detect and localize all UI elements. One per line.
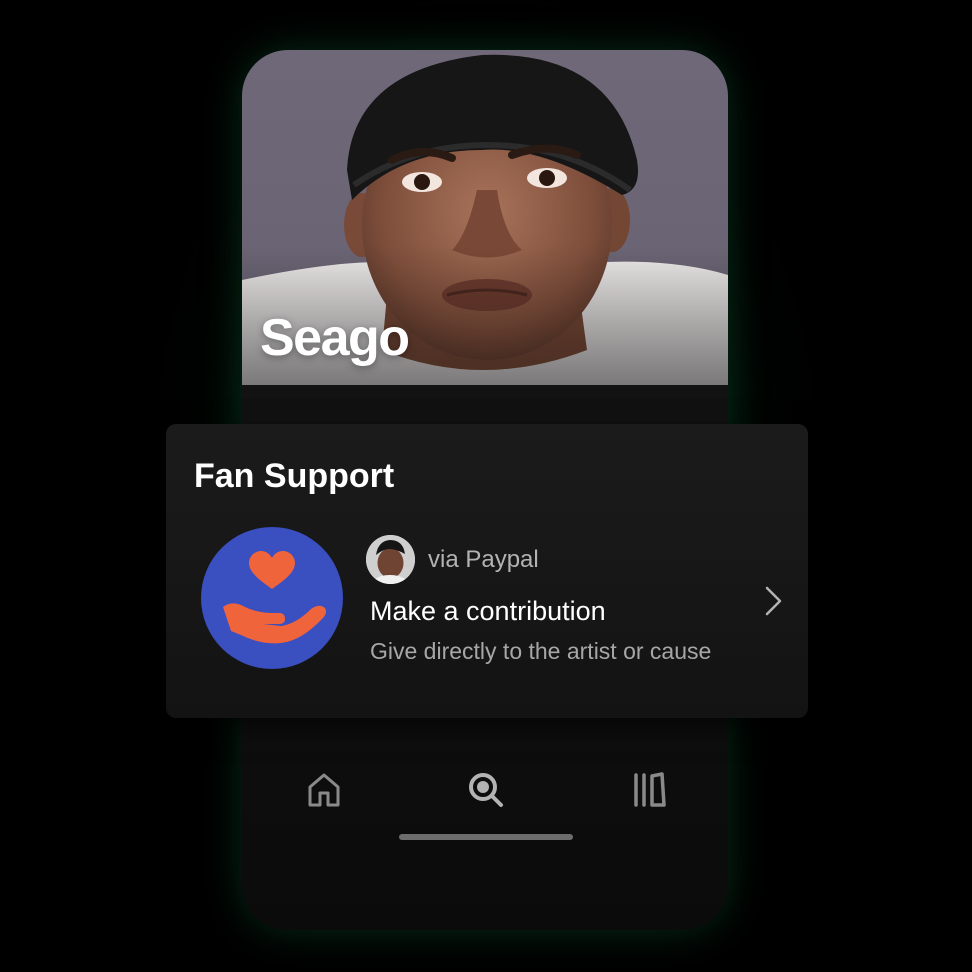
nav-home[interactable] (299, 765, 349, 815)
avatar (366, 535, 415, 584)
payment-provider-label: via Paypal (428, 546, 539, 573)
fan-support-card: Fan Support via Paypal Make a contributi… (166, 424, 808, 718)
artist-header-image: Seago (242, 50, 728, 385)
make-contribution-row[interactable]: via Paypal Make a contribution Give dire… (366, 532, 796, 682)
chevron-right-icon[interactable] (761, 584, 785, 618)
bottom-nav (242, 765, 728, 815)
library-icon (634, 772, 666, 807)
artist-name: Seago (260, 309, 410, 367)
search-icon (469, 773, 503, 807)
heart-hand-icon (201, 527, 343, 669)
contribution-title: Make a contribution (370, 596, 606, 626)
promo-stage: Seago Fan Support via Paypal Make a cont… (0, 0, 972, 972)
home-indicator[interactable] (399, 834, 573, 840)
nav-search[interactable] (461, 765, 511, 815)
home-icon (308, 773, 340, 807)
contribution-subtitle: Give directly to the artist or cause (370, 638, 712, 664)
nav-library[interactable] (625, 765, 675, 815)
card-title: Fan Support (194, 457, 395, 495)
